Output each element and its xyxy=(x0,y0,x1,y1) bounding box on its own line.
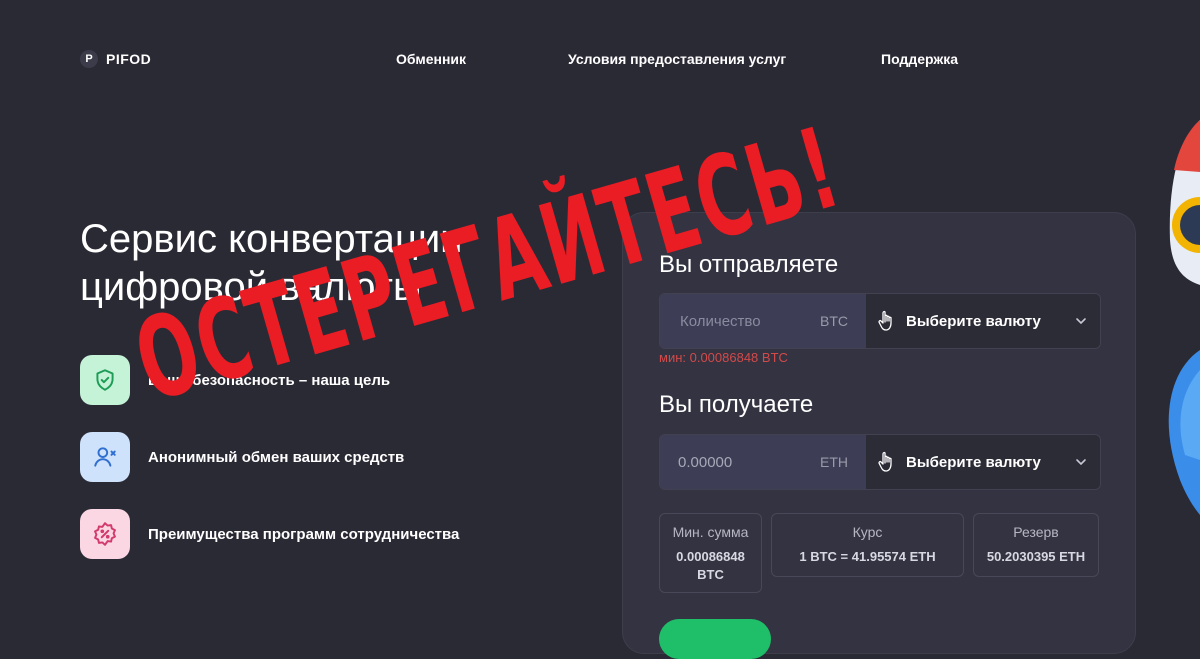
stat-value-line1: 0.00086848 xyxy=(676,549,745,564)
stat-key: Мин. сумма xyxy=(672,524,749,540)
exchange-button[interactable] xyxy=(659,619,771,659)
send-currency-select[interactable]: Выберите валюту xyxy=(866,294,1100,348)
feature-security: Ваша безопасность – наша цель xyxy=(80,355,390,405)
stat-value-line2: BTC xyxy=(697,567,724,582)
hero-title-line2: цифровой валюты xyxy=(80,265,422,309)
receive-heading: Вы получаете xyxy=(659,391,814,418)
nav-exchanger[interactable]: Обменник xyxy=(396,51,466,67)
feature-label: Анонимный обмен ваших средств xyxy=(148,448,405,466)
logo[interactable]: P PIFOD xyxy=(80,50,151,68)
nav-support[interactable]: Поддержка xyxy=(881,51,958,67)
stat-key: Курс xyxy=(852,524,883,540)
site-header: P PIFOD Обменник Условия предоставления … xyxy=(0,0,1200,120)
chevron-down-icon xyxy=(1076,318,1086,325)
exchange-panel: Вы отправляете BTC Выберите валюту мин: … xyxy=(622,212,1136,659)
receive-amount-value: 0.00000 xyxy=(678,453,733,471)
send-amount-input[interactable] xyxy=(678,311,802,331)
logo-mark-icon: P xyxy=(80,50,98,68)
user-x-icon xyxy=(80,432,130,482)
feature-label: Ваша безопасность – наша цель xyxy=(148,371,391,389)
stat-min-amount: Мин. сумма 0.00086848 BTC xyxy=(659,513,762,593)
rocket-illustration xyxy=(1168,120,1200,515)
receive-unit: ETH xyxy=(820,454,848,470)
hand-pointer-icon xyxy=(878,310,892,331)
receive-currency-select[interactable]: Выберите валюту xyxy=(866,435,1100,489)
shield-check-icon xyxy=(80,355,130,405)
feature-label: Преимущества программ сотрудничества xyxy=(148,525,460,543)
send-field: BTC Выберите валюту xyxy=(659,293,1101,349)
stat-value: 50.2030395 ETH xyxy=(986,549,1086,564)
feature-partnership: Преимущества программ сотрудничества xyxy=(80,509,459,559)
logo-text: PIFOD xyxy=(106,51,152,67)
receive-field: 0.00000 ETH Выберите валюту xyxy=(659,434,1101,490)
percent-badge-icon xyxy=(80,509,130,559)
hand-pointer-icon xyxy=(878,451,892,472)
stat-value: 0.00086848 BTC xyxy=(660,548,761,584)
min-amount-note: мин: 0.00086848 BTC xyxy=(659,350,788,365)
stat-value: 1 BTC = 41.95574 ETH xyxy=(799,549,936,564)
stat-reserve: Резерв 50.2030395 ETH xyxy=(973,513,1099,577)
send-amount-box: BTC xyxy=(660,294,866,348)
send-select-label: Выберите валюту xyxy=(906,312,1041,330)
hero-title-line1: Сервис конвертации xyxy=(80,217,463,261)
receive-select-label: Выберите валюту xyxy=(906,453,1041,471)
hero-title: Сервис конвертации цифровой валюты xyxy=(80,215,600,311)
receive-amount-box: 0.00000 ETH xyxy=(660,435,866,489)
stat-rate: Курс 1 BTC = 41.95574 ETH xyxy=(771,513,964,577)
send-unit: BTC xyxy=(820,313,848,329)
chevron-down-icon xyxy=(1076,459,1086,466)
stat-key: Резерв xyxy=(1013,524,1059,540)
feature-anonymous: Анонимный обмен ваших средств xyxy=(80,432,404,482)
send-heading: Вы отправляете xyxy=(659,251,839,278)
nav-terms[interactable]: Условия предоставления услуг xyxy=(568,51,786,67)
